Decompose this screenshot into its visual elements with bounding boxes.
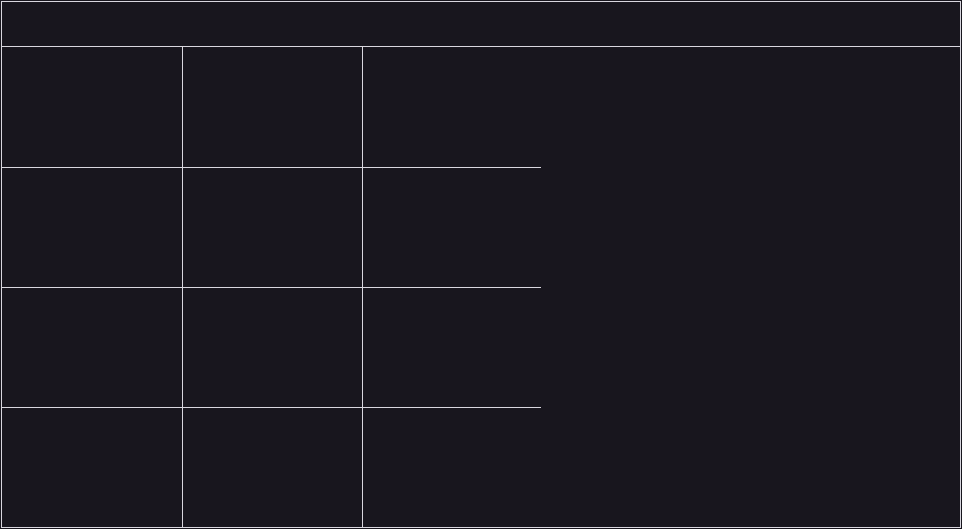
grid-tile[interactable]	[182, 287, 362, 407]
grid-tile[interactable]	[362, 287, 542, 407]
grid-tile[interactable]	[1, 167, 182, 287]
grid-tile[interactable]	[182, 46, 362, 167]
grid-tile[interactable]	[362, 46, 542, 167]
app-window	[0, 0, 962, 529]
tile-grid	[1, 46, 542, 528]
grid-tile[interactable]	[362, 407, 542, 528]
grid-tile[interactable]	[362, 167, 542, 287]
grid-tile[interactable]	[182, 407, 362, 528]
header-bar	[1, 1, 961, 47]
grid-tile[interactable]	[1, 46, 182, 167]
grid-tile[interactable]	[182, 167, 362, 287]
grid-tile[interactable]	[1, 287, 182, 407]
grid-tile[interactable]	[1, 407, 182, 528]
side-panel	[541, 46, 961, 528]
